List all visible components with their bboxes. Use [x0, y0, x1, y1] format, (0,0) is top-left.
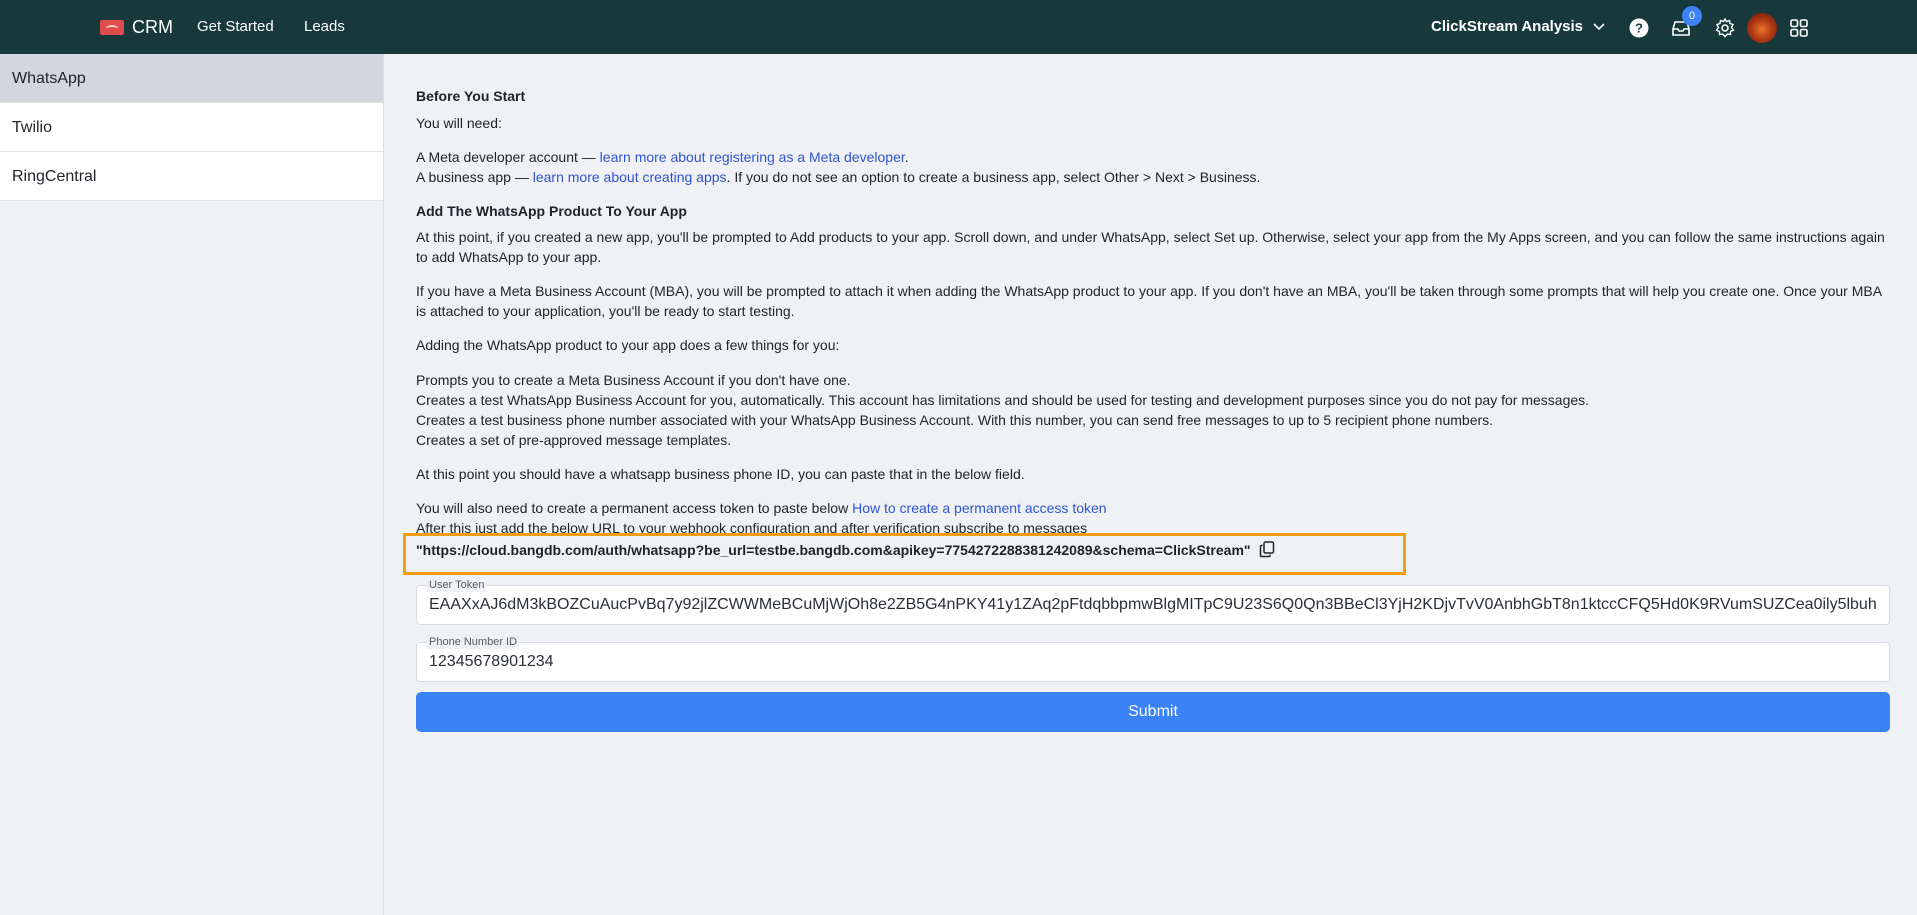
apps-grid-icon[interactable] [1788, 17, 1810, 39]
add-whatsapp-heading: Add The WhatsApp Product To Your App [416, 203, 687, 219]
business-app-prefix: A business app — [416, 169, 533, 185]
meta-account-line: A Meta developer account — learn more ab… [416, 147, 1890, 167]
nav-leads[interactable]: Leads [304, 18, 345, 35]
webhook-url-row: "https://cloud.bangdb.com/auth/whatsapp?… [416, 541, 1275, 558]
nav-get-started[interactable]: Get Started [197, 18, 274, 35]
workspace-selector[interactable]: ClickStream Analysis [1431, 18, 1605, 35]
brand-name: CRM [132, 17, 173, 37]
meta-account-suffix: . [904, 149, 909, 165]
token-line: You will also need to create a permanent… [416, 498, 1890, 518]
phone-number-id-input[interactable] [417, 643, 1889, 681]
before-you-start-heading: Before You Start [416, 88, 526, 104]
copy-icon[interactable] [1259, 541, 1275, 558]
sidebar-item-whatsapp[interactable]: WhatsApp [0, 54, 383, 103]
paragraph-adding-product: Adding the WhatsApp product to your app … [416, 337, 840, 353]
crm-logo-icon [100, 20, 124, 35]
list-item: Prompts you to create a Meta Business Ac… [416, 372, 851, 388]
submit-button[interactable]: Submit [416, 692, 1890, 732]
sidebar: WhatsApp Twilio RingCentral [0, 54, 384, 915]
you-will-need-text: You will need: [416, 115, 502, 131]
paragraph-phone-id: At this point you should have a whatsapp… [416, 466, 1025, 482]
user-token-field: User Token [416, 578, 1890, 625]
phone-number-id-field: Phone Number ID [416, 635, 1890, 682]
brand[interactable]: CRM [100, 17, 173, 38]
svg-text:?: ? [1635, 21, 1643, 36]
meta-account-prefix: A Meta developer account — [416, 149, 600, 165]
sidebar-item-twilio[interactable]: Twilio [0, 103, 383, 152]
user-token-input[interactable] [417, 586, 1889, 624]
help-icon[interactable]: ? [1628, 17, 1650, 39]
notification-badge: 0 [1682, 6, 1702, 26]
creating-apps-link[interactable]: learn more about creating apps [533, 169, 727, 185]
sidebar-item-ringcentral[interactable]: RingCentral [0, 152, 383, 201]
list-item: Creates a test business phone number ass… [416, 412, 1494, 428]
list-item: Creates a set of pre-approved message te… [416, 432, 732, 448]
list-item: Creates a test WhatsApp Business Account… [416, 392, 1590, 408]
settings-icon[interactable] [1714, 17, 1736, 39]
top-nav-bar: CRM Get Started Leads ClickStream Analys… [0, 0, 1917, 54]
token-prefix: You will also need to create a permanent… [416, 500, 853, 516]
workspace-name: ClickStream Analysis [1431, 18, 1584, 35]
paragraph-add-products: At this point, if you created a new app,… [416, 229, 1885, 265]
business-app-line: A business app — learn more about creati… [416, 167, 1890, 187]
avatar[interactable] [1747, 13, 1777, 43]
paragraph-mba: If you have a Meta Business Account (MBA… [416, 283, 1882, 319]
webhook-url: "https://cloud.bangdb.com/auth/whatsapp?… [416, 541, 1251, 558]
chevron-down-icon [1593, 22, 1605, 30]
permanent-token-link[interactable]: How to create a permanent access token [852, 500, 1106, 516]
meta-developer-link[interactable]: learn more about registering as a Meta d… [600, 149, 905, 165]
business-app-suffix: . If you do not see an option to create … [726, 169, 1261, 185]
